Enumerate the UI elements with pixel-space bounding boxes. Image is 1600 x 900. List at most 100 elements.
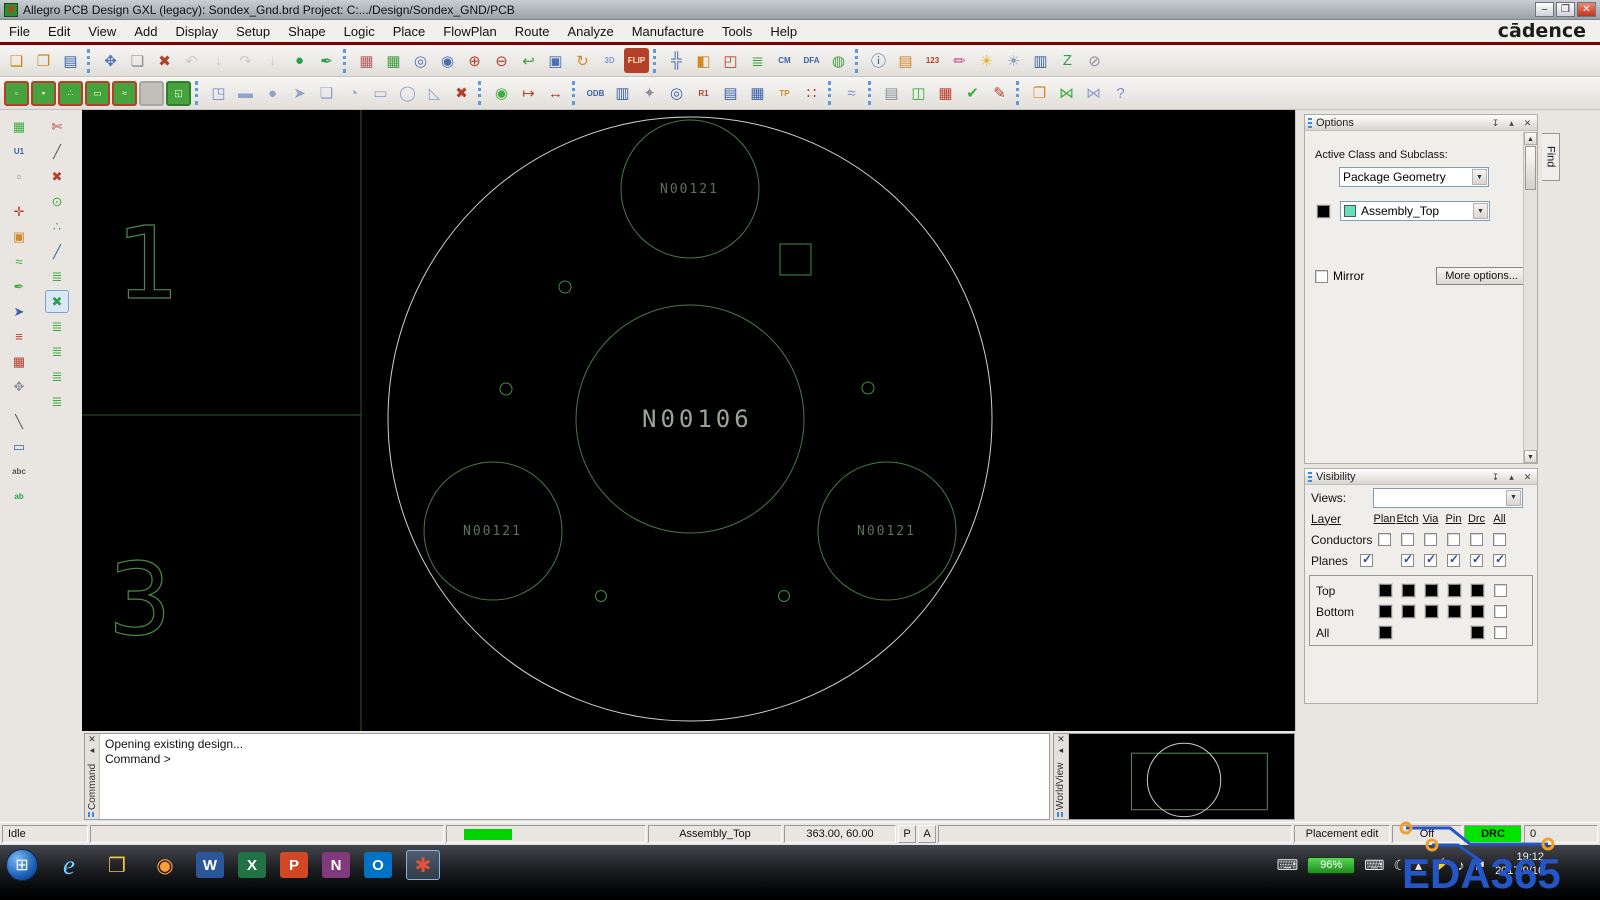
- dfa-table-icon[interactable]: DFA: [799, 48, 824, 73]
- panel-collapse-icon[interactable]: ▴: [1505, 117, 1518, 129]
- allegro-taskbar-icon[interactable]: ✱: [406, 850, 440, 880]
- clean-markers-icon[interactable]: ✏: [947, 48, 972, 73]
- zoom-points-board-icon[interactable]: ▦: [354, 48, 379, 73]
- more-options-button[interactable]: More options...: [1436, 267, 1527, 285]
- layer-color-swatch[interactable]: [1379, 626, 1392, 639]
- options-panel-titlebar[interactable]: Options ↧ ▴ ✕: [1305, 115, 1537, 131]
- board-wave-icon[interactable]: ≈: [112, 81, 137, 106]
- keyboard-icon[interactable]: ⌨: [1277, 850, 1299, 880]
- visibility-checkbox[interactable]: [1424, 554, 1437, 567]
- menu-view[interactable]: View: [79, 22, 125, 41]
- visibility-checkbox[interactable]: [1401, 533, 1414, 546]
- col-drc[interactable]: Drc: [1465, 513, 1488, 525]
- snapshot-icon[interactable]: ◎: [664, 81, 689, 106]
- copy-icon[interactable]: ❏: [125, 48, 150, 73]
- panel-pin-icon[interactable]: ↧: [1489, 117, 1502, 129]
- rect-outline-icon[interactable]: ▭: [368, 81, 393, 106]
- layer-color-swatch[interactable]: [1402, 584, 1415, 597]
- dropdown-arrow-icon[interactable]: ▼: [1506, 490, 1521, 506]
- scroll-up-arrow[interactable]: ▲: [1524, 132, 1537, 145]
- pattern-icon[interactable]: ▦: [745, 81, 770, 106]
- delete-element-icon[interactable]: ✖: [45, 165, 69, 188]
- taskbar-clock[interactable]: 19:12 2017/9/16: [1495, 851, 1544, 879]
- flip-board-icon[interactable]: FLIP: [624, 48, 649, 73]
- zoom-selection-icon[interactable]: ▣: [543, 48, 568, 73]
- constraint-manager-icon[interactable]: CM: [772, 48, 797, 73]
- new-drawing-icon[interactable]: ❏: [4, 48, 29, 73]
- col-etch[interactable]: Etch: [1396, 513, 1419, 525]
- visibility-checkbox[interactable]: [1447, 554, 1460, 567]
- power-plug-icon[interactable]: ⚡: [1431, 857, 1448, 874]
- refdes-u1-icon[interactable]: U1: [7, 140, 31, 163]
- class-dropdown[interactable]: Package Geometry ▼: [1339, 167, 1489, 187]
- scroll-down-arrow[interactable]: ▼: [1524, 450, 1537, 463]
- tools-wrench-icon[interactable]: ✦: [637, 81, 662, 106]
- ratsnest-list4-icon[interactable]: ≣: [45, 390, 69, 413]
- slant-blue-icon[interactable]: ╱: [45, 240, 69, 263]
- design-canvas[interactable]: N00121 N00106 N00121 N00121 1 3: [82, 110, 1295, 731]
- layer-color-swatch[interactable]: [1448, 584, 1461, 597]
- edit-text-icon[interactable]: ab: [7, 485, 31, 508]
- layer-color-swatch[interactable]: [1448, 605, 1461, 618]
- outlook-icon[interactable]: O: [364, 852, 392, 878]
- board-shape-icon[interactable]: ▭: [85, 81, 110, 106]
- shape-rect-icon[interactable]: ▬: [233, 81, 258, 106]
- shape-circle-icon[interactable]: ●: [260, 81, 285, 106]
- volume-icon[interactable]: ♪: [1458, 857, 1465, 874]
- layer-color-swatch[interactable]: [1471, 626, 1484, 639]
- board-green-icon[interactable]: ▦: [7, 115, 31, 138]
- worldview-tab-label[interactable]: WorldView: [1055, 758, 1066, 810]
- lock-icon[interactable]: ⊙: [45, 190, 69, 213]
- highlight-icon[interactable]: ●: [287, 48, 312, 73]
- world-view-canvas[interactable]: [1069, 734, 1294, 819]
- board-mechanical-icon[interactable]: ▪: [31, 81, 56, 106]
- menu-route[interactable]: Route: [506, 22, 559, 41]
- waveform-check-icon[interactable]: ✔: [960, 81, 985, 106]
- keyboard-icon[interactable]: ⌨: [1364, 857, 1384, 874]
- cross-section-icon[interactable]: ◫: [906, 81, 931, 106]
- shape-add-icon[interactable]: ◳: [206, 81, 231, 106]
- dropdown-arrow-icon[interactable]: ▼: [1473, 203, 1488, 219]
- color-priority-icon[interactable]: ◰: [718, 48, 743, 73]
- panel-collapse-icon[interactable]: ◂: [1059, 745, 1064, 756]
- console-prompt[interactable]: Command >: [105, 752, 1044, 767]
- battery-indicator[interactable]: 96%: [1307, 857, 1355, 874]
- menu-flowplan[interactable]: FlowPlan: [434, 22, 505, 41]
- board-check-icon[interactable]: ◉: [489, 81, 514, 106]
- panel-close-icon[interactable]: ✕: [1521, 471, 1534, 483]
- flip-design-icon[interactable]: ⋈: [1054, 81, 1079, 106]
- help-icon[interactable]: ?: [1108, 81, 1133, 106]
- minimize-button[interactable]: –: [1535, 2, 1554, 17]
- net-list-icon[interactable]: ≡: [7, 325, 31, 348]
- panel-pin-icon[interactable]: ↧: [1489, 471, 1502, 483]
- ratsnest-list3-icon[interactable]: ≣: [45, 365, 69, 388]
- menu-place[interactable]: Place: [384, 22, 435, 41]
- excel-icon[interactable]: X: [238, 852, 266, 878]
- assign-color-icon[interactable]: ✖: [45, 290, 69, 313]
- board-symbol-icon[interactable]: ▫: [4, 81, 29, 106]
- visibility-checkbox[interactable]: [1470, 554, 1483, 567]
- slant-line-icon[interactable]: ╱: [45, 140, 69, 163]
- visibility-checkbox[interactable]: [1378, 533, 1391, 546]
- panel-close-icon[interactable]: ✕: [1057, 734, 1065, 745]
- menu-edit[interactable]: Edit: [39, 22, 79, 41]
- shape-delete-icon[interactable]: ✖: [449, 81, 474, 106]
- pick-mode-button[interactable]: P: [898, 825, 916, 843]
- layer-color-swatch[interactable]: [1379, 605, 1392, 618]
- world-globe-icon[interactable]: ◍: [826, 48, 851, 73]
- visibility-checkbox[interactable]: [1493, 554, 1506, 567]
- visibility-checkbox[interactable]: [1493, 533, 1506, 546]
- show-measure-icon[interactable]: 123: [920, 48, 945, 73]
- measure-to-icon[interactable]: ↦: [516, 81, 541, 106]
- col-via[interactable]: Via: [1419, 513, 1442, 525]
- probe-icon[interactable]: ✛: [7, 200, 31, 223]
- dots-icon[interactable]: ∴: [45, 215, 69, 238]
- odb-export-icon[interactable]: ODB: [583, 81, 608, 106]
- waveform-probe-icon[interactable]: ✎: [987, 81, 1012, 106]
- layer-color-swatch[interactable]: [1425, 605, 1438, 618]
- views-dropdown[interactable]: ▼: [1373, 488, 1523, 508]
- ratsnest-list2-icon[interactable]: ≣: [45, 340, 69, 363]
- ratsnest-list-icon[interactable]: ≣: [45, 315, 69, 338]
- pick-arrow-icon[interactable]: ➤: [7, 300, 31, 323]
- board-corner-icon[interactable]: ◱: [166, 81, 191, 106]
